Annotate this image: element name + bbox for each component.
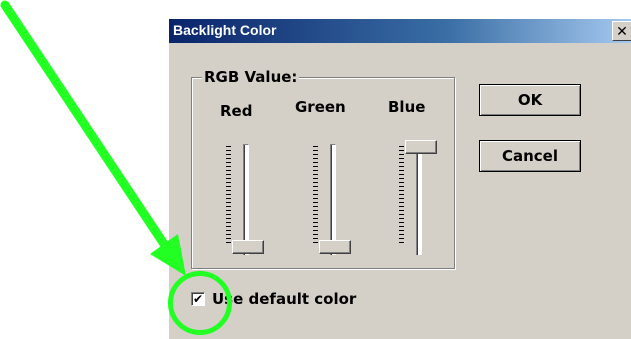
- blue-slider-track[interactable]: [416, 144, 422, 255]
- rgb-value-group: RGB Value: Red Green Blue: [191, 68, 455, 269]
- cancel-button[interactable]: Cancel: [479, 140, 581, 172]
- blue-slider-ticks: [399, 146, 404, 246]
- red-label: Red: [220, 102, 253, 120]
- green-slider-thumb[interactable]: [319, 240, 351, 254]
- green-slider-track[interactable]: [330, 144, 336, 255]
- use-default-color-label[interactable]: Use default color: [212, 290, 356, 308]
- title-bar[interactable]: Backlight Color ✕: [169, 19, 631, 43]
- close-button[interactable]: ✕: [612, 21, 631, 41]
- close-icon: ✕: [616, 23, 628, 39]
- red-slider-track[interactable]: [243, 144, 249, 255]
- blue-slider-thumb[interactable]: [405, 140, 437, 154]
- green-slider-ticks: [313, 146, 318, 246]
- green-label: Green: [295, 98, 346, 116]
- window-title: Backlight Color: [173, 22, 277, 38]
- ok-button[interactable]: OK: [479, 84, 581, 116]
- backlight-color-dialog: Backlight Color ✕ RGB Value: Red Green B…: [168, 18, 631, 339]
- group-label: RGB Value:: [202, 68, 300, 86]
- red-slider-ticks: [226, 146, 231, 246]
- blue-label: Blue: [388, 98, 426, 116]
- red-slider-thumb[interactable]: [232, 240, 264, 254]
- annotation-circle-icon: [168, 271, 232, 335]
